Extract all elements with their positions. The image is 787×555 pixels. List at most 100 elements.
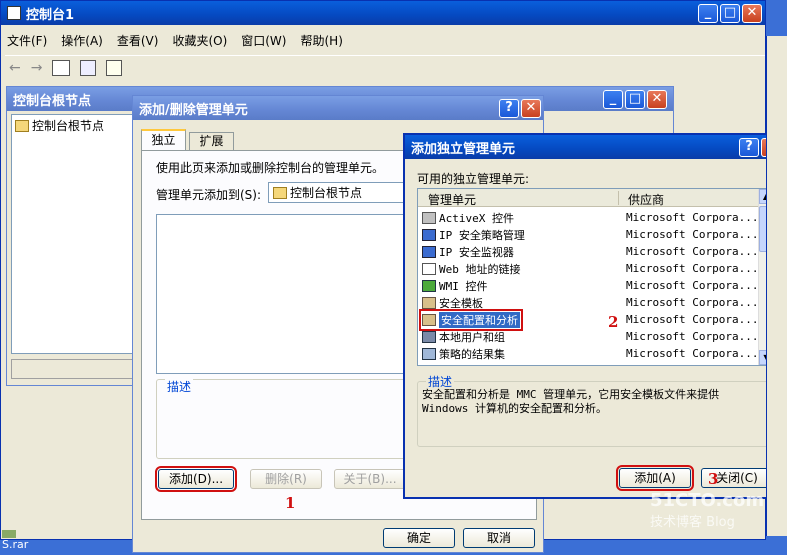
watermark-line2: 技术博客 Blog [650,511,764,530]
item-name: 安全模板 [439,296,483,310]
menu-file[interactable]: 文件(F) [7,32,47,52]
standalone-close-label: 关闭(C) [716,471,758,485]
item-name: Web 地址的链接 [439,262,521,276]
annotation-3: 3 [708,470,719,488]
item-name: IP 安全策略管理 [439,228,525,242]
security-config-icon [422,313,436,326]
main-window-title: 控制台1 [26,7,75,23]
folder-icon [273,186,287,199]
list-item[interactable]: Web 地址的链接 Microsoft Corpora... [420,260,758,277]
list-item[interactable]: 安全模板 Microsoft Corpora... [420,294,758,311]
about-button[interactable]: 关于(B)... [334,469,406,489]
security-template-icon [422,296,436,309]
child-minimize-icon[interactable]: _ [603,90,623,109]
list-item[interactable]: 策略的结果集 Microsoft Corpora... [420,345,758,362]
watermark-line1: 51CTO.com [650,490,765,511]
item-vendor: Microsoft Corpora... [626,279,759,292]
item-name: ActiveX 控件 [439,211,514,225]
watermark-text: 技术博客 [650,515,703,530]
activex-icon [422,211,436,224]
file-icon [2,530,16,538]
annotation-1: 1 [285,494,296,512]
item-name: WMI 控件 [439,279,488,293]
cancel-button-label: 取消 [486,531,511,545]
list-item[interactable]: 本地用户和组 Microsoft Corpora... [420,328,758,345]
tree-pane: 控制台根节点 [11,114,135,354]
ok-button[interactable]: 确定 [383,528,455,548]
rsop-icon [422,347,436,360]
tree-item-console-root[interactable]: 控制台根节点 [12,115,134,136]
dialog-help-icon[interactable]: ? [499,99,519,118]
item-vendor: Microsoft Corpora... [626,330,759,343]
watermark: 51CTO.com 技术博客 Blog [650,490,764,530]
main-title-bar[interactable]: 控制台1 [1,1,765,25]
local-users-icon [422,330,436,343]
standalone-title-bar[interactable]: 添加独立管理单元 [405,135,781,159]
list-item[interactable]: IP 安全监视器 Microsoft Corpora... [420,243,758,260]
menu-action[interactable]: 操作(A) [61,32,103,52]
back-icon[interactable]: ← [9,60,21,76]
standalone-add-button[interactable]: 添加(A) [616,465,694,491]
item-name: 策略的结果集 [439,347,505,361]
folder-icon [15,119,29,132]
standalone-help-icon[interactable]: ? [739,138,759,157]
watermark-blog: Blog [706,515,735,530]
item-vendor: Microsoft Corpora... [626,296,759,309]
toolbar: ← → [5,55,765,79]
item-name: 安全配置和分析 [439,311,520,328]
available-label: 可用的独立管理单元: [417,172,530,186]
add-to-label: 管理单元添加到(S): [156,188,262,202]
list-item[interactable]: ActiveX 控件 Microsoft Corpora... [420,209,758,226]
maximize-icon[interactable]: □ [720,4,740,23]
menu-window[interactable]: 窗口(W) [241,32,286,52]
item-vendor: Microsoft Corpora... [626,211,759,224]
menu-help[interactable]: 帮助(H) [300,32,342,52]
list-header: 管理单元 供应商 [418,189,758,207]
item-vendor: Microsoft Corpora... [626,313,759,326]
child-maximize-icon[interactable]: □ [625,90,645,109]
add-remove-title-bar[interactable]: 添加/删除管理单元 [133,96,543,120]
standalone-add-label: 添加(A) [634,471,676,485]
file-name: S.rar [2,538,29,551]
standalone-dialog: 添加独立管理单元 ? ✕ 可用的独立管理单元: 管理单元 供应商 ActiveX… [403,133,783,499]
tab-extensions-label: 扩展 [199,134,224,148]
tab-extensions[interactable]: 扩展 [189,132,234,151]
list-item[interactable]: WMI 控件 Microsoft Corpora... [420,277,758,294]
show-tree-icon[interactable] [52,59,71,76]
add-button-label: 添加(D)... [168,472,224,486]
cancel-button[interactable]: 取消 [463,528,535,548]
list-item[interactable]: IP 安全策略管理 Microsoft Corpora... [420,226,758,243]
add-remove-title: 添加/删除管理单元 [139,102,248,118]
item-vendor: Microsoft Corpora... [626,228,759,241]
mmc-icon [7,6,21,20]
menu-bar: 文件(F) 操作(A) 查看(V) 收藏夹(O) 窗口(W) 帮助(H) [7,32,343,52]
available-snapin-list[interactable]: 管理单元 供应商 ActiveX 控件 Microsoft Corpora...… [417,188,773,366]
about-button-label: 关于(B)... [343,472,397,486]
desktop-file[interactable]: S.rar [0,530,60,555]
menu-favorites[interactable]: 收藏夹(O) [172,32,227,52]
column-vendor[interactable]: 供应商 [628,191,664,208]
child-close-icon[interactable]: ✕ [647,90,667,109]
export-list-icon[interactable] [80,59,97,76]
remove-button-label: 删除(R) [265,472,307,486]
item-vendor: Microsoft Corpora... [626,262,759,275]
column-snapin[interactable]: 管理单元 [428,191,476,208]
forward-icon[interactable]: → [31,60,43,76]
item-name: IP 安全监视器 [439,245,514,259]
annotation-2: 2 [608,313,619,331]
help-icon[interactable] [106,59,123,76]
list-item-selected[interactable]: 安全配置和分析 Microsoft Corpora... [419,308,759,331]
description-label: 描述 [165,378,194,395]
remove-button[interactable]: 删除(R) [250,469,322,489]
standalone-description-group: 描述 安全配置和分析是 MMC 管理单元，它用安全模板文件来提供 Windows… [417,373,773,447]
console-root-title: 控制台根节点 [13,93,92,109]
close-icon[interactable]: ✕ [742,4,762,23]
dialog-close-icon[interactable]: ✕ [521,99,541,118]
tree-item-label: 控制台根节点 [32,119,105,133]
item-vendor: Microsoft Corpora... [626,347,759,360]
tab-standalone[interactable]: 独立 [141,129,186,151]
menu-view[interactable]: 查看(V) [117,32,159,52]
ok-button-label: 确定 [406,531,431,545]
minimize-icon[interactable]: _ [698,4,718,23]
add-button[interactable]: 添加(D)... [155,466,237,492]
